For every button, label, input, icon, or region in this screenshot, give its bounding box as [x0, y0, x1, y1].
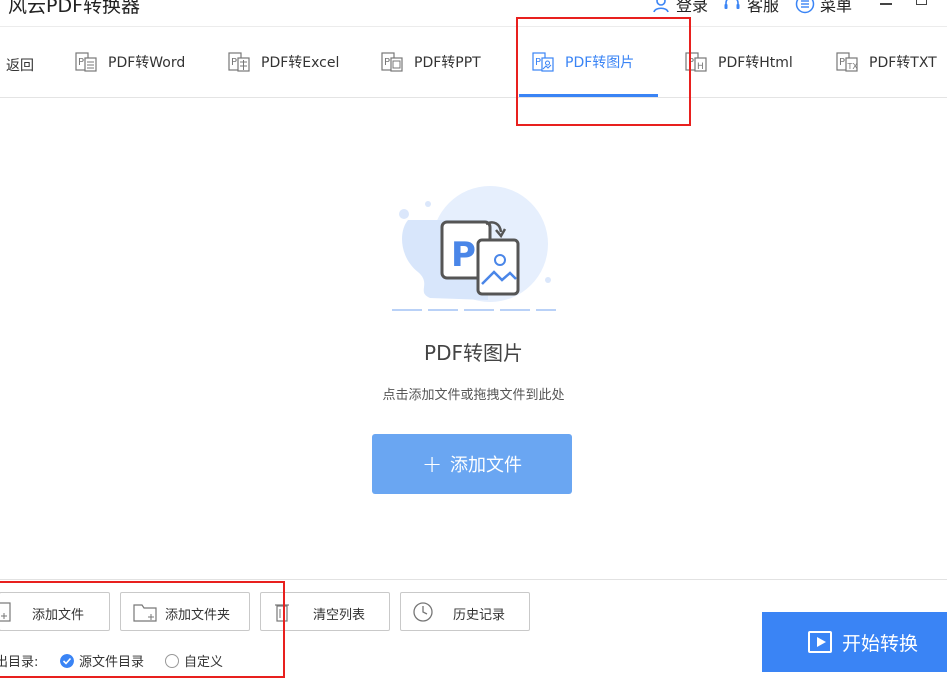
clock-icon [413, 602, 433, 622]
add-folder-button[interactable]: 添加文件夹 [120, 592, 250, 631]
headset-icon [724, 0, 740, 9]
add-file-label: 添加文件 [32, 608, 85, 623]
radio-custom-dir[interactable]: 自定义 [165, 651, 223, 670]
drop-hint: 点击添加文件或拖拽文件到此处 [382, 388, 565, 403]
service-button[interactable]: 客服 [722, 0, 779, 15]
radio-source-dir[interactable]: 源文件目录 [60, 651, 144, 670]
pdf-image-icon: P [532, 52, 554, 72]
maximize-button[interactable] [916, 0, 927, 5]
menu-list-icon [795, 0, 815, 14]
clear-list-label: 清空列表 [313, 608, 366, 623]
start-convert-button[interactable]: 开始转换 [762, 612, 947, 672]
tab-pdf-to-ppt[interactable]: P PDF转PPT [380, 27, 481, 97]
trash-icon [275, 604, 289, 622]
main-title: PDF转图片 [424, 341, 523, 365]
tab-label: PDF转Word [108, 55, 186, 71]
svg-text:H: H [697, 62, 704, 72]
login-label: 登录 [676, 0, 709, 15]
start-convert-label: 开始转换 [842, 632, 919, 655]
plus-icon: + [421, 450, 443, 478]
conversion-tab-bar: 返回 P PDF转Word P PDF转Excel P PDF转PPT P PD… [0, 27, 947, 98]
pdf-to-image-illustration-icon: P [392, 186, 556, 311]
svg-text:P: P [451, 235, 476, 275]
active-tab-indicator [519, 94, 658, 97]
tab-label: PDF转Excel [261, 55, 340, 71]
tab-pdf-to-excel[interactable]: P PDF转Excel [227, 27, 339, 97]
tab-label: PDF转图片 [565, 55, 635, 71]
svg-text:P: P [78, 57, 84, 68]
back-button[interactable]: 返回 [6, 55, 34, 75]
tab-pdf-to-txt[interactable]: P TX PDF转TXT [835, 27, 937, 97]
history-button[interactable]: 历史记录 [400, 592, 530, 631]
svg-text:P: P [384, 57, 390, 68]
clear-list-button[interactable]: 清空列表 [260, 592, 390, 631]
svg-text:P: P [839, 57, 845, 68]
login-button[interactable]: 登录 [651, 0, 708, 15]
source-dir-label: 源文件目录 [79, 655, 145, 670]
play-icon [808, 631, 832, 653]
pdf-html-icon: P H [685, 52, 707, 72]
service-label: 客服 [747, 0, 780, 15]
pdf-ppt-icon: P [381, 52, 403, 72]
add-folder-label: 添加文件夹 [165, 608, 231, 623]
pdf-txt-icon: P TX [836, 52, 859, 72]
title-bar: 风云PDF转换器 登录 客服 菜单 [0, 0, 947, 27]
svg-text:P: P [535, 57, 541, 68]
tab-pdf-to-html[interactable]: P H PDF转Html [684, 27, 793, 97]
pdf-word-icon: P [75, 52, 97, 72]
pdf-excel-icon: P [228, 52, 250, 72]
minimize-button[interactable] [880, 3, 892, 5]
tab-label: PDF转TXT [869, 55, 937, 71]
add-file-button[interactable]: 添加文件 [0, 592, 110, 631]
add-file-button-main[interactable]: + 添加文件 [372, 434, 572, 494]
add-file-label: 添加文件 [450, 455, 523, 476]
svg-text:P: P [688, 57, 694, 68]
tab-pdf-to-image[interactable]: P PDF转图片 [531, 27, 634, 97]
menu-button[interactable]: 菜单 [795, 0, 852, 15]
checked-radio-icon [60, 653, 74, 668]
user-icon [653, 0, 669, 13]
add-folder-icon [133, 604, 157, 622]
tab-label: PDF转Html [718, 55, 793, 71]
custom-dir-label: 自定义 [184, 655, 224, 670]
add-file-icon [0, 602, 11, 622]
menu-label: 菜单 [820, 0, 853, 15]
svg-text:P: P [231, 57, 237, 68]
output-dir-label: 出目录: [0, 655, 39, 670]
unchecked-radio-icon [165, 653, 179, 668]
app-title: 风云PDF转换器 [8, 0, 141, 17]
tab-label: PDF转PPT [414, 55, 481, 71]
svg-text:TX: TX [847, 62, 859, 71]
tab-pdf-to-word[interactable]: P PDF转Word [74, 27, 185, 97]
history-label: 历史记录 [453, 608, 506, 623]
